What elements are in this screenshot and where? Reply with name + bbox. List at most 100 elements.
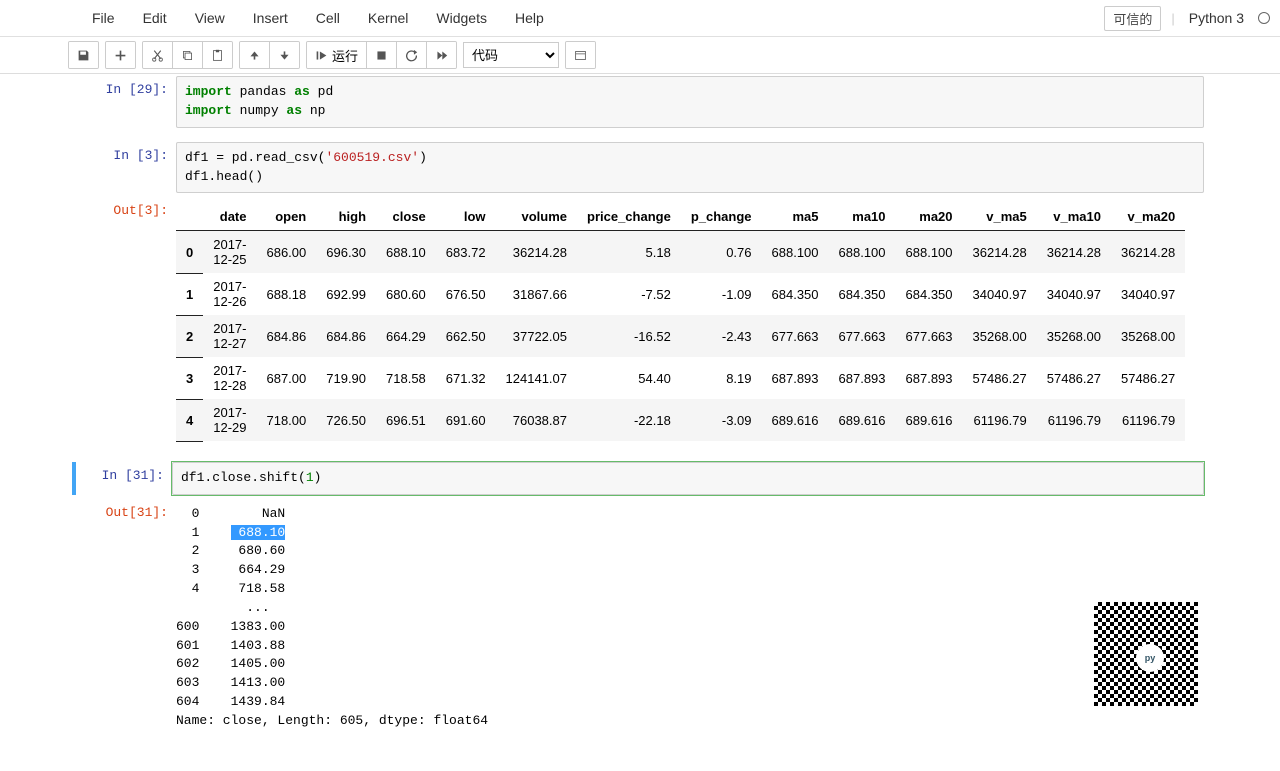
df-cell: 54.40 bbox=[577, 357, 681, 399]
toolbar: 运行 代码 bbox=[0, 37, 1280, 74]
df-cell: 688.100 bbox=[829, 231, 896, 274]
df-cell: 684.350 bbox=[896, 273, 963, 315]
move-down-button[interactable] bbox=[270, 42, 299, 68]
df-col-header: ma5 bbox=[762, 203, 829, 231]
df-cell: 671.32 bbox=[436, 357, 496, 399]
menu-file[interactable]: File bbox=[78, 4, 129, 32]
menu-cell[interactable]: Cell bbox=[302, 4, 354, 32]
df-cell: 34040.97 bbox=[963, 273, 1037, 315]
code-input[interactable]: import pandas as pd import numpy as np bbox=[176, 76, 1204, 128]
code-cell-0[interactable]: In [29]: import pandas as pd import nump… bbox=[76, 76, 1204, 128]
df-cell: 2017-12-26 bbox=[203, 273, 256, 315]
code-cell-2[interactable]: In [31]: df1.close.shift(1) bbox=[76, 462, 1204, 495]
menu-left: File Edit View Insert Cell Kernel Widget… bbox=[10, 4, 558, 32]
df-col-header: v_ma5 bbox=[963, 203, 1037, 231]
in-prompt: In [3]: bbox=[113, 148, 168, 163]
df-cell: 31867.66 bbox=[496, 273, 577, 315]
qr-logo-icon: py bbox=[1136, 644, 1164, 672]
notebook-area: In [29]: import pandas as pd import nump… bbox=[0, 74, 1280, 771]
run-button[interactable]: 运行 bbox=[307, 42, 367, 68]
table-row: 02017-12-25686.00696.30688.10683.7236214… bbox=[176, 231, 1185, 274]
out-prompt: Out[3]: bbox=[113, 203, 168, 218]
df-cell: 683.72 bbox=[436, 231, 496, 274]
dataframe-table: dateopenhighcloselowvolumeprice_changep_… bbox=[176, 203, 1185, 442]
menu-widgets[interactable]: Widgets bbox=[422, 4, 501, 32]
df-cell: 689.616 bbox=[762, 399, 829, 441]
df-cell: 718.00 bbox=[256, 399, 316, 441]
df-cell: 57486.27 bbox=[1111, 357, 1185, 399]
celltype-select[interactable]: 代码 bbox=[463, 42, 559, 68]
trusted-label[interactable]: 可信的 bbox=[1104, 6, 1161, 31]
df-cell: 689.616 bbox=[829, 399, 896, 441]
df-cell: 684.86 bbox=[256, 315, 316, 357]
df-cell: 61196.79 bbox=[1037, 399, 1111, 441]
in-prompt: In [31]: bbox=[102, 468, 164, 483]
df-cell: 719.90 bbox=[316, 357, 376, 399]
df-cell: 36214.28 bbox=[1037, 231, 1111, 274]
df-cell: 688.100 bbox=[762, 231, 829, 274]
df-col-header: ma10 bbox=[829, 203, 896, 231]
qr-code-overlay: py bbox=[1090, 598, 1202, 710]
menu-insert[interactable]: Insert bbox=[239, 4, 302, 32]
restart-button[interactable] bbox=[397, 42, 427, 68]
df-cell: 35268.00 bbox=[1037, 315, 1111, 357]
df-cell: 677.663 bbox=[762, 315, 829, 357]
kernel-name[interactable]: Python 3 bbox=[1185, 10, 1248, 26]
df-cell: 664.29 bbox=[376, 315, 436, 357]
df-cell: -2.43 bbox=[681, 315, 762, 357]
table-row: 42017-12-29718.00726.50696.51691.6076038… bbox=[176, 399, 1185, 441]
df-col-header: price_change bbox=[577, 203, 681, 231]
df-cell: 8.19 bbox=[681, 357, 762, 399]
command-palette-button[interactable] bbox=[566, 42, 595, 68]
menu-kernel[interactable]: Kernel bbox=[354, 4, 422, 32]
df-cell: 696.51 bbox=[376, 399, 436, 441]
cut-button[interactable] bbox=[143, 42, 173, 68]
save-button[interactable] bbox=[69, 42, 98, 68]
table-row: 22017-12-27684.86684.86664.29662.5037722… bbox=[176, 315, 1185, 357]
df-cell: 689.616 bbox=[896, 399, 963, 441]
df-cell: 686.00 bbox=[256, 231, 316, 274]
df-cell: 34040.97 bbox=[1111, 273, 1185, 315]
df-cell: 2017-12-29 bbox=[203, 399, 256, 441]
df-cell: 684.350 bbox=[762, 273, 829, 315]
df-cell: 34040.97 bbox=[1037, 273, 1111, 315]
df-row-index: 1 bbox=[176, 273, 203, 315]
series-output: 0 NaN 1 688.10 2 680.60 3 664.29 4 718.5… bbox=[176, 505, 1204, 731]
menu-view[interactable]: View bbox=[181, 4, 239, 32]
code-input[interactable]: df1 = pd.read_csv('600519.csv') df1.head… bbox=[176, 142, 1204, 194]
df-cell: 5.18 bbox=[577, 231, 681, 274]
df-row-index: 3 bbox=[176, 357, 203, 399]
df-cell: 61196.79 bbox=[963, 399, 1037, 441]
menu-help[interactable]: Help bbox=[501, 4, 558, 32]
restart-run-button[interactable] bbox=[427, 42, 456, 68]
code-input[interactable]: df1.close.shift(1) bbox=[172, 462, 1204, 495]
table-row: 12017-12-26688.18692.99680.60676.5031867… bbox=[176, 273, 1185, 315]
df-cell: -1.09 bbox=[681, 273, 762, 315]
df-cell: 680.60 bbox=[376, 273, 436, 315]
add-cell-button[interactable] bbox=[106, 42, 135, 68]
out-prompt: Out[31]: bbox=[106, 505, 168, 520]
paste-button[interactable] bbox=[203, 42, 232, 68]
df-col-header: volume bbox=[496, 203, 577, 231]
menu-right: 可信的 | Python 3 bbox=[1104, 6, 1270, 31]
menubar: File Edit View Insert Cell Kernel Widget… bbox=[0, 0, 1280, 37]
df-col-header: low bbox=[436, 203, 496, 231]
output-cell-1: Out[3]: dateopenhighcloselowvolumeprice_… bbox=[76, 197, 1204, 448]
move-up-button[interactable] bbox=[240, 42, 270, 68]
df-cell: -22.18 bbox=[577, 399, 681, 441]
df-cell: 677.663 bbox=[896, 315, 963, 357]
df-cell: 36214.28 bbox=[496, 231, 577, 274]
table-row: 32017-12-28687.00719.90718.58671.3212414… bbox=[176, 357, 1185, 399]
df-row-index: 2 bbox=[176, 315, 203, 357]
stop-button[interactable] bbox=[367, 42, 397, 68]
copy-button[interactable] bbox=[173, 42, 203, 68]
df-col-header: high bbox=[316, 203, 376, 231]
in-prompt: In [29]: bbox=[106, 82, 168, 97]
run-label: 运行 bbox=[332, 46, 358, 65]
menu-edit[interactable]: Edit bbox=[129, 4, 181, 32]
kernel-status-icon bbox=[1258, 12, 1270, 24]
df-col-header: date bbox=[203, 203, 256, 231]
df-cell: 36214.28 bbox=[1111, 231, 1185, 274]
code-cell-1[interactable]: In [3]: df1 = pd.read_csv('600519.csv') … bbox=[76, 142, 1204, 194]
df-cell: 726.50 bbox=[316, 399, 376, 441]
